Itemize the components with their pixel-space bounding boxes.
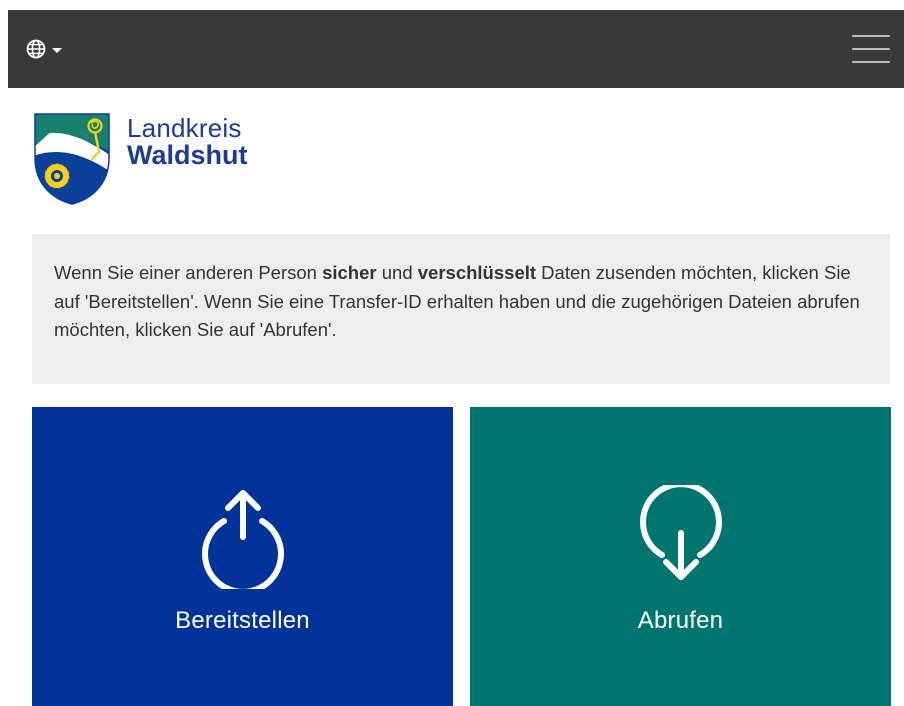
globe-icon bbox=[26, 39, 46, 59]
hamburger-menu-button[interactable] bbox=[852, 33, 890, 65]
brand-line-landkreis: Landkreis bbox=[127, 113, 242, 143]
language-dropdown-toggle[interactable] bbox=[26, 39, 62, 59]
info-text-part: und bbox=[376, 262, 418, 283]
download-tile-button[interactable]: Abrufen bbox=[470, 407, 891, 706]
info-text-box: Wenn Sie einer anderen Person sicher und… bbox=[32, 234, 890, 384]
hamburger-line bbox=[852, 35, 890, 37]
upload-icon bbox=[201, 490, 284, 589]
brand-line-waldshut: Waldshut bbox=[127, 140, 248, 170]
info-text-bold-verschluesselt: verschlüsselt bbox=[417, 262, 537, 283]
chevron-down-icon bbox=[52, 47, 62, 53]
brand-name: Landkreis Waldshut bbox=[127, 115, 248, 169]
upload-tile-label: Bereitstellen bbox=[175, 607, 310, 634]
upload-tile-button[interactable]: Bereitstellen bbox=[32, 407, 453, 706]
hamburger-line bbox=[852, 61, 890, 63]
coat-of-arms-icon bbox=[34, 113, 110, 205]
download-tile-label: Abrufen bbox=[637, 607, 724, 634]
info-text-part: Wenn Sie einer anderen Person bbox=[54, 262, 323, 283]
hamburger-line bbox=[852, 48, 890, 50]
info-text-bold-sicher: sicher bbox=[322, 262, 377, 283]
brand-logo-link[interactable]: Landkreis Waldshut bbox=[33, 112, 248, 206]
download-icon bbox=[639, 485, 722, 580]
top-navbar bbox=[8, 10, 904, 88]
